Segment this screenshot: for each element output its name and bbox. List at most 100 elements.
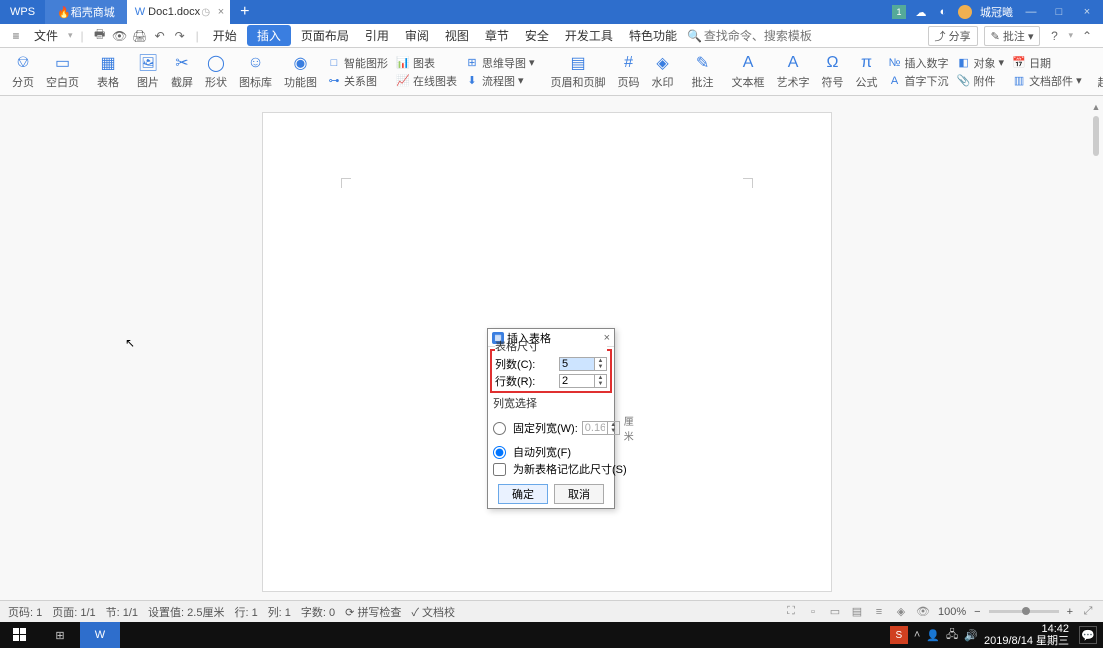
ribbon-table[interactable]: ▦表格: [91, 50, 125, 94]
status-pages[interactable]: 页面: 1/1: [52, 604, 95, 620]
rows-spinner[interactable]: ▲▼: [559, 374, 607, 388]
remember-checkbox[interactable]: [493, 463, 506, 476]
start-button[interactable]: [0, 622, 40, 648]
ribbon-equation[interactable]: π公式: [850, 50, 884, 94]
tray-volume-icon[interactable]: 🔊: [964, 629, 978, 642]
tab-view[interactable]: 视图: [439, 25, 475, 46]
taskbar-wps[interactable]: W: [80, 622, 120, 648]
notification-button[interactable]: 💬: [1079, 626, 1097, 644]
status-setval[interactable]: 设置值: 2.5厘米: [148, 604, 224, 620]
view-web-icon[interactable]: ▤: [850, 605, 864, 619]
share-button[interactable]: ⤴ 分享: [928, 26, 978, 46]
badge[interactable]: 1: [892, 5, 906, 19]
ribbon-smartart[interactable]: □智能图形: [327, 55, 388, 71]
ribbon-mindmap[interactable]: ⊞思维导图 ▾: [465, 55, 535, 71]
fit-icon[interactable]: ⤢: [1081, 605, 1095, 619]
status-page[interactable]: 页码: 1: [8, 604, 42, 620]
tray-up-icon[interactable]: ˄: [914, 629, 920, 641]
ribbon-object[interactable]: ◧对象 ▾: [957, 55, 1005, 71]
fixed-width-spinner[interactable]: ▲▼: [582, 421, 620, 435]
tab-review[interactable]: 审阅: [399, 25, 435, 46]
ime-indicator[interactable]: S: [890, 626, 908, 644]
ribbon-headerfooter[interactable]: ▤页眉和页脚: [545, 50, 612, 94]
tab-close-icon[interactable]: ×: [218, 6, 224, 18]
vertical-scrollbar[interactable]: ▲: [1091, 102, 1101, 592]
columns-down-icon[interactable]: ▼: [595, 364, 606, 370]
tab-msg-icon[interactable]: ◷: [201, 7, 210, 18]
menu-icon[interactable]: ≡: [8, 28, 24, 44]
eye-icon[interactable]: 👁: [916, 605, 930, 619]
print-preview-icon[interactable]: 👁: [112, 28, 128, 44]
columns-input[interactable]: [560, 358, 594, 370]
tab-doc[interactable]: W Doc1.docx ◷ ×: [127, 0, 230, 24]
status-col[interactable]: 列: 1: [268, 604, 291, 620]
view-outline-icon[interactable]: ≡: [872, 605, 886, 619]
annotate-button[interactable]: ✎ 批注 ▾: [984, 26, 1041, 46]
tab-dev[interactable]: 开发工具: [559, 25, 619, 46]
username[interactable]: 城冠曦: [980, 4, 1013, 20]
minimize-button[interactable]: —: [1021, 6, 1041, 18]
ribbon-textbox[interactable]: A文本框: [726, 50, 771, 94]
ribbon-dropcap[interactable]: A首字下沉: [888, 73, 949, 89]
ribbon-attach[interactable]: 📎附件: [957, 73, 1005, 89]
file-dropdown-icon[interactable]: ▾: [68, 30, 73, 41]
maximize-button[interactable]: □: [1049, 6, 1069, 18]
ribbon-chart[interactable]: 📊图表: [396, 55, 457, 71]
status-docfix[interactable]: ✓ 文档校: [411, 604, 455, 620]
search-input[interactable]: [704, 29, 814, 43]
skin-icon[interactable]: ◐: [936, 5, 950, 19]
tray-people-icon[interactable]: 👤: [926, 629, 940, 642]
tab-insert[interactable]: 插入: [247, 25, 291, 46]
avatar[interactable]: [958, 5, 972, 19]
ribbon-pagenum[interactable]: #页码: [612, 50, 646, 94]
taskview-button[interactable]: ⊞: [40, 622, 80, 648]
ribbon-symbol[interactable]: Ω符号: [816, 50, 850, 94]
tab-section[interactable]: 章节: [479, 25, 515, 46]
tab-security[interactable]: 安全: [519, 25, 555, 46]
tab-start[interactable]: 开始: [207, 25, 243, 46]
ok-button[interactable]: 确定: [498, 484, 548, 504]
ribbon-hyperlink[interactable]: 🔗超链接: [1092, 50, 1103, 94]
ribbon-insertnum[interactable]: №插入数字: [888, 55, 949, 71]
ribbon-shape[interactable]: ◯形状: [199, 50, 233, 94]
add-tab-button[interactable]: +: [230, 3, 259, 21]
cancel-button[interactable]: 取消: [554, 484, 604, 504]
zoom-slider[interactable]: [989, 610, 1059, 613]
redo-icon[interactable]: ↷: [172, 28, 188, 44]
ribbon-flowchart[interactable]: ⬇流程图 ▾: [465, 73, 535, 89]
rows-down-icon[interactable]: ▼: [595, 381, 606, 387]
file-menu[interactable]: 文件: [28, 25, 64, 46]
cloud-icon[interactable]: ☁: [914, 5, 928, 19]
ribbon-onlinechart[interactable]: 📈在线图表: [396, 73, 457, 89]
ribbon-watermark[interactable]: ◈水印: [646, 50, 680, 94]
search-box[interactable]: 🔍: [687, 29, 814, 43]
ribbon-funcplot[interactable]: ◉功能图: [278, 50, 323, 94]
tab-reference[interactable]: 引用: [359, 25, 395, 46]
status-words[interactable]: 字数: 0: [301, 604, 335, 620]
zoom-out-button[interactable]: −: [974, 606, 980, 618]
fixed-width-radio[interactable]: [493, 422, 506, 435]
ribbon-relation[interactable]: ⊶关系图: [327, 73, 388, 89]
save-icon[interactable]: 🖶: [92, 28, 108, 44]
rows-input[interactable]: [560, 375, 594, 387]
tray-network-icon[interactable]: 🖧: [946, 626, 958, 645]
ribbon-screenshot[interactable]: ✂截屏: [165, 50, 199, 94]
tab-store[interactable]: 🔥 稻壳商城: [45, 0, 127, 24]
ribbon-docpart[interactable]: ▥文档部件 ▾: [1012, 73, 1082, 89]
zoom-knob[interactable]: [1022, 607, 1030, 615]
status-spell[interactable]: ⟳ 拼写检查: [345, 604, 401, 620]
help-icon[interactable]: ?: [1046, 28, 1062, 44]
status-section[interactable]: 节: 1/1: [106, 604, 138, 620]
fixed-down-icon[interactable]: ▼: [608, 428, 619, 434]
tab-layout[interactable]: 页面布局: [295, 25, 355, 46]
zoom-in-button[interactable]: +: [1067, 606, 1073, 618]
view-read-icon[interactable]: ▭: [828, 605, 842, 619]
columns-spinner[interactable]: ▲▼: [559, 357, 607, 371]
ribbon-iconlib[interactable]: ☺图标库: [233, 50, 278, 94]
ribbon-image[interactable]: 🖼图片: [131, 50, 165, 94]
scroll-up-icon[interactable]: ▲: [1092, 102, 1101, 112]
status-line[interactable]: 行: 1: [234, 604, 257, 620]
ribbon-blank[interactable]: ▭空白页: [40, 50, 85, 94]
ribbon-pagebreak[interactable]: ⎊分页: [6, 50, 40, 94]
fullscreen-icon[interactable]: ⛶: [784, 605, 798, 619]
